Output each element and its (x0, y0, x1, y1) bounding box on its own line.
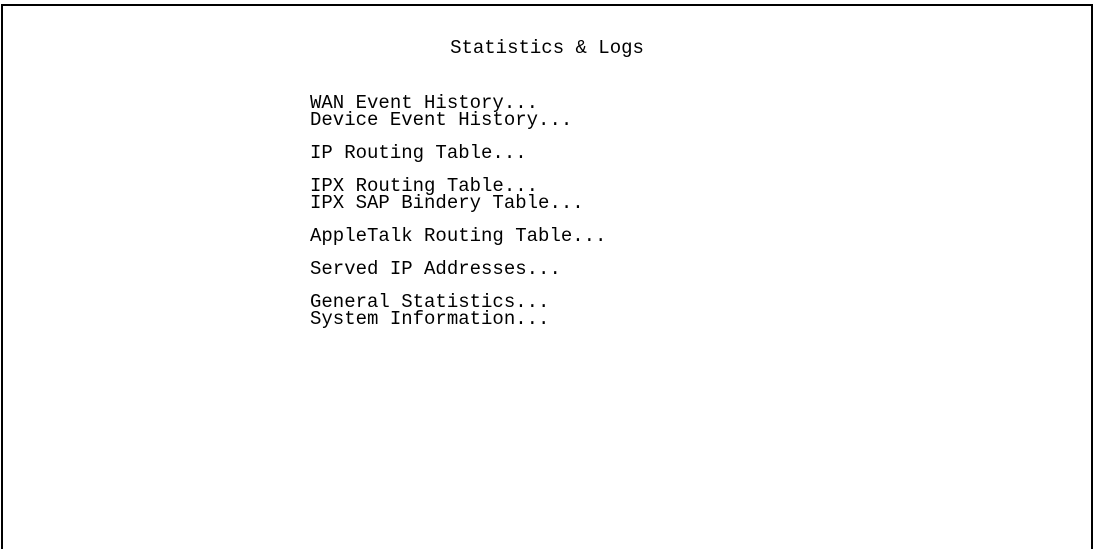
menu-group-appletalk: AppleTalk Routing Table... (310, 227, 606, 246)
menu-item-served-ip-addresses[interactable]: Served IP Addresses... (310, 260, 606, 279)
screen-title: Statistics & Logs (450, 37, 644, 59)
menu-group-ip-routing: IP Routing Table... (310, 144, 606, 163)
menu-item-ipx-sap-bindery-table[interactable]: IPX SAP Bindery Table... (310, 194, 606, 213)
menu-item-device-event-history[interactable]: Device Event History... (310, 111, 606, 130)
menu-group-system: General Statistics... System Information… (310, 293, 606, 329)
menu-item-appletalk-routing-table[interactable]: AppleTalk Routing Table... (310, 227, 606, 246)
terminal-window: Statistics & Logs WAN Event History... D… (1, 4, 1093, 549)
menu-group-ipx: IPX Routing Table... IPX SAP Bindery Tab… (310, 177, 606, 213)
menu-item-system-information[interactable]: System Information... (310, 310, 606, 329)
menu-group-served-ip: Served IP Addresses... (310, 260, 606, 279)
menu-group-event-history: WAN Event History... Device Event Histor… (310, 94, 606, 130)
statistics-menu: WAN Event History... Device Event Histor… (310, 94, 606, 344)
menu-item-ip-routing-table[interactable]: IP Routing Table... (310, 144, 606, 163)
